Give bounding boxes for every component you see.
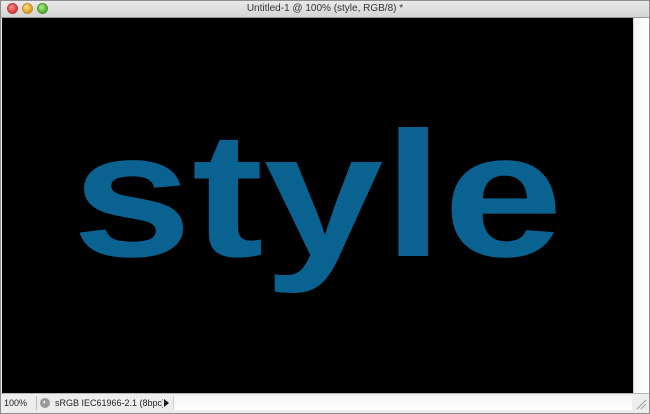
document-window: Untitled-1 @ 100% (style, RGB/8) * style… <box>0 0 650 414</box>
document-info-text: sRGB IEC61966-2.1 (8bpc) <box>55 398 163 408</box>
vertical-scrollbar[interactable] <box>633 18 649 393</box>
resize-grip-icon[interactable] <box>633 396 647 410</box>
status-bar: 100% ◐ sRGB IEC61966-2.1 (8bpc) <box>1 393 649 413</box>
window-title: Untitled-1 @ 100% (style, RGB/8) * <box>246 3 404 14</box>
style-type-layer: style <box>72 95 563 294</box>
canvas-artwork: style <box>72 95 563 294</box>
document-info-icon[interactable]: ◐ <box>40 398 50 408</box>
horizontal-scrollbar[interactable] <box>173 396 632 410</box>
zoom-level-field[interactable]: 100% <box>4 398 34 409</box>
info-menu-arrow-icon[interactable] <box>164 399 169 407</box>
status-divider <box>36 396 37 410</box>
title-bar[interactable]: Untitled-1 @ 100% (style, RGB/8) * <box>1 1 649 18</box>
document-canvas[interactable]: style <box>2 18 633 393</box>
